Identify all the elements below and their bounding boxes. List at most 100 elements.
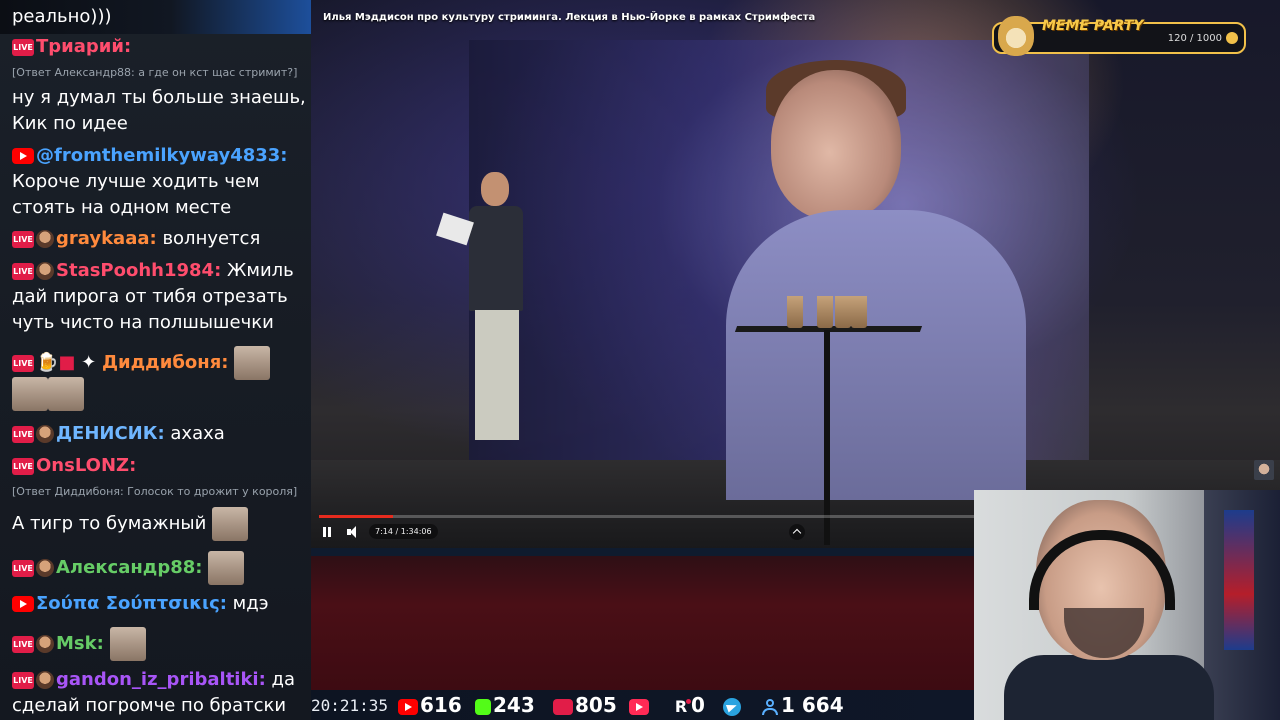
duration: 1:34:06 [400,527,432,536]
message-text: А тигр то бумажный [12,513,207,534]
chat-username: OnsLONZ: [36,455,137,476]
chat-message: LIVE ДЕНИСИК: ахаха [12,421,308,447]
emote-image [212,507,249,541]
message-text: ну я думал ты больше знаешь, Кик по идее [12,87,306,134]
reply-text: [Ответ Диддибоня: Голосок то дрожит у ко… [12,485,298,498]
clock: 20:21:35 [311,696,389,715]
chat-message: ну я думал ты больше знаешь, Кик по идее [12,85,308,137]
meme-party-title: MEME PARTY [1042,18,1144,34]
chat-message: LIVE OnsLONZ: [12,453,308,479]
beer-icon: 🍺 [36,352,59,373]
overlay-background-band [311,548,974,690]
user-avatar-icon [36,262,54,280]
chat-message: @fromthemilkyway4833: [12,143,308,169]
live-badge-icon: LIVE [12,230,34,248]
chevron-up-icon[interactable] [789,524,805,540]
video-player[interactable]: Илья Мэддисон про культуру стриминга. Ле… [311,0,1280,548]
emote-image [12,377,48,411]
live-badge-icon: LIVE [12,559,34,577]
time-display: 7:14 / 1:34:06 [369,524,438,539]
chat-message: LIVE gandon_iz_pribaltiki: да сделай погр… [12,667,308,719]
rutube-count: 0 [691,693,705,717]
telegram [723,693,743,717]
user-avatar-icon [36,230,54,248]
emote-icon: ✦ [81,352,97,373]
chat-username: StasPoohh1984: [56,260,222,281]
emote-image [234,346,271,380]
chat-message: LIVE 🍺■ ✦ Диддибоня: [12,346,308,380]
chat-message: Σούπα Σούπτσικις: мдэ [12,591,308,617]
volume-icon[interactable] [347,526,361,538]
coin-icon [1226,32,1238,44]
projected-person-hoodie [726,210,1026,500]
live-badge-icon: LIVE [12,635,34,653]
youtube-secondary [629,693,651,717]
kick-viewers: 243 [475,693,535,717]
chat-message: Короче лучше ходить чем стоять на одном … [12,169,308,221]
cup [851,296,867,328]
youtube-viewers: 616 [398,693,462,717]
cup [787,296,803,328]
chat-username: Σούπα Σούπτσικις: [36,593,227,614]
live-badge-icon: LIVE [12,262,34,280]
doge-icon [998,16,1034,56]
live-badge-icon: LIVE [12,425,34,443]
total-viewers-count: 1 664 [781,693,844,717]
avatar [1254,460,1274,480]
user-avatar-icon [36,635,54,653]
play-icon [629,698,649,715]
chat-message: LIVE Msk: [12,627,308,661]
message-text: волнуется [162,228,261,249]
overlay-divider [311,548,974,556]
emote-image [109,627,146,661]
chat-username: @fromthemilkyway4833: [36,145,288,166]
stage-table-leg [824,330,830,545]
chat-message: реально))) [12,4,308,30]
message-text: мдэ [232,593,269,614]
youtube-badge-icon [12,596,34,612]
progress-fill [319,515,393,518]
chat-message: LIVE Триарий: [12,34,308,60]
chat-username: ДЕНИСИК: [56,423,165,444]
chat-panel: реально))) LIVE Триарий: [Ответ Александр… [0,0,311,720]
meme-party-count: 120 / 1000 [1167,33,1222,44]
live-badge-icon: LIVE [12,457,34,475]
cup [817,296,833,328]
chat-username: Александр88: [56,557,203,578]
chat-message: LIVE StasPoohh1984: Жмиль дай пирога от т… [12,258,308,336]
live-viewers: 805 [553,693,617,717]
user-avatar-icon [36,671,54,689]
viewers-icon [761,698,779,715]
user-avatar-icon [36,425,54,443]
chat-username: Msk: [56,633,104,654]
reply-text: [Ответ Александр88: а где он кст щас стр… [12,66,298,79]
projected-person-face [771,70,901,220]
emote-image [208,551,245,585]
webcam-feed [974,490,1280,720]
live-badge-icon: LIVE [12,354,34,372]
message-text: Короче лучше ходить чем стоять на одном … [12,171,260,218]
speaker-figure [436,172,531,462]
meme-party-widget: MEME PARTY 120 / 1000 [992,16,1246,56]
emote-row [12,377,84,411]
telegram-icon [723,697,741,716]
chat-username: Диддибоня: [102,352,229,373]
current-time: 7:14 [375,527,393,536]
live-badge-icon: LIVE [12,671,34,689]
flag [1224,510,1254,650]
chat-username: gandon_iz_pribaltiki: [56,669,266,690]
kick-count: 243 [493,693,535,717]
youtube-count: 616 [420,693,462,717]
pause-icon[interactable] [323,527,331,537]
cup [835,296,851,328]
user-avatar-icon [36,559,54,577]
chat-username: Триарий: [36,36,132,57]
live-icon [553,698,573,715]
stream-stats-bar: 20:21:35 616 243 805 R0 1 664 [311,690,974,720]
total-viewers: 1 664 [761,693,844,717]
rutube-viewers: R0 [673,693,705,717]
rutube-icon: R [674,696,691,716]
chat-message: LIVE Александр88: [12,551,308,585]
youtube-badge-icon [12,148,34,164]
emote-image [48,377,84,411]
